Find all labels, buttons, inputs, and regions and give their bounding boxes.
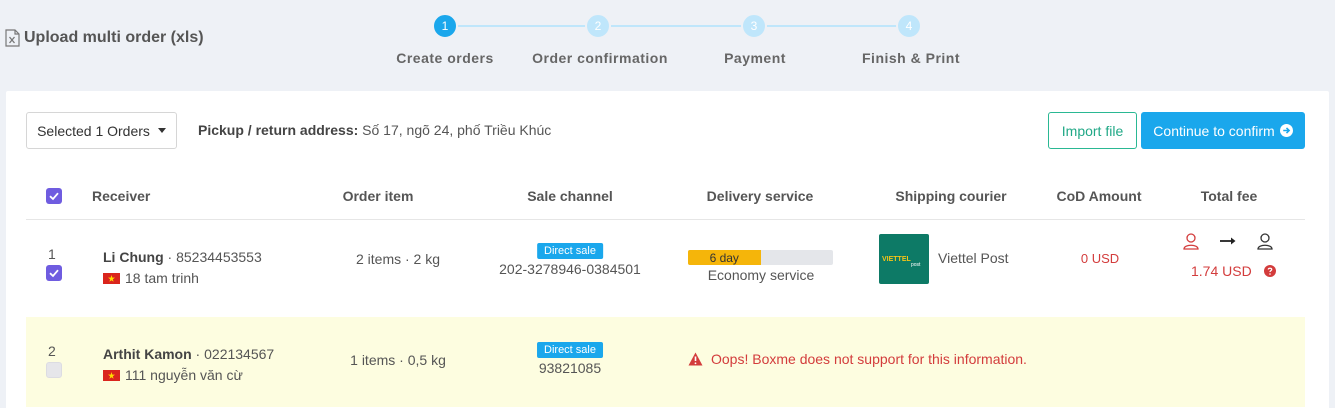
- check-icon: [49, 192, 59, 201]
- receiver-user-icon: [1257, 233, 1273, 250]
- select-all-checkbox[interactable]: [46, 188, 62, 204]
- order-stepper: 1 2 3 4 Create orders Order confirmation…: [396, 13, 966, 73]
- svg-text:post: post: [911, 262, 921, 268]
- selected-orders-dropdown[interactable]: Selected 1 Orders: [26, 112, 177, 149]
- step-2-dot[interactable]: 2: [585, 13, 611, 39]
- row-index: 1: [48, 246, 56, 262]
- vietnam-flag-icon: [103, 272, 120, 284]
- receiver-address: 18 tam trinh: [103, 270, 199, 286]
- step-1-label: Create orders: [396, 50, 494, 66]
- receiver-address-text: 111 nguyễn văn cừ: [125, 367, 243, 383]
- error-message: Oops! Boxme does not support for this in…: [711, 351, 1027, 367]
- total-fee: 1.74 USD: [1191, 263, 1276, 279]
- arrow-circle-right-icon: [1279, 124, 1293, 137]
- sale-channel: Direct sale 93821085: [537, 340, 603, 376]
- receiver-name-phone: Arthit Kamon · 022134567: [103, 346, 275, 362]
- step-3-dot[interactable]: 3: [741, 13, 767, 39]
- step-1-dot[interactable]: 1: [432, 13, 458, 39]
- selected-orders-label: Selected 1 Orders: [37, 122, 150, 139]
- continue-to-confirm-label: Continue to confirm: [1153, 122, 1275, 139]
- pickup-address-value: Số 17, ngõ 24, phố Triều Khúc: [362, 122, 552, 138]
- top-bar: Upload multi order (xls) 1 2 3 4 Create …: [0, 0, 1335, 90]
- vietnam-flag-icon: [103, 369, 120, 381]
- sender-user-icon: [1183, 233, 1199, 250]
- row-checkbox[interactable]: [46, 362, 62, 378]
- col-cod-amount: CoD Amount: [1056, 188, 1142, 204]
- col-shipping-courier: Shipping courier: [895, 188, 1007, 204]
- direct-sale-badge: Direct sale: [537, 243, 603, 259]
- col-receiver: Receiver: [92, 188, 151, 204]
- courier-name: Viettel Post: [938, 250, 1009, 266]
- pickup-address-label: Pickup / return address:: [198, 122, 359, 138]
- table-row[interactable]: 1 Li Chung · 85234453553 18 tam trinh 2 …: [26, 220, 1305, 317]
- unsupported-error: Oops! Boxme does not support for this in…: [688, 351, 1027, 367]
- sale-channel: Direct sale 202-3278946-0384501: [499, 241, 641, 277]
- page-title: Upload multi order (xls): [5, 29, 204, 47]
- col-order-item: Order item: [342, 188, 414, 204]
- warning-triangle-icon: [688, 352, 703, 366]
- row-index: 2: [48, 343, 56, 359]
- sale-channel-code: 202-3278946-0384501: [499, 261, 641, 277]
- receiver-address: 111 nguyễn văn cừ: [103, 367, 243, 383]
- continue-to-confirm-button[interactable]: Continue to confirm: [1141, 112, 1305, 149]
- fee-route-icons: [1182, 232, 1274, 250]
- step-4-label: Finish & Print: [862, 50, 960, 66]
- pickup-address: Pickup / return address: Số 17, ngõ 24, …: [198, 122, 551, 138]
- arrow-right-icon: [1220, 237, 1236, 245]
- caret-down-icon: [157, 128, 166, 133]
- delivery-service-name: Economy service: [707, 267, 815, 283]
- receiver-name-phone: Li Chung · 85234453553: [103, 249, 262, 265]
- col-sale-channel: Sale channel: [527, 188, 613, 204]
- orders-card: Selected 1 Orders Pickup / return addres…: [6, 91, 1329, 408]
- order-item: 1 items · 0,5 kg: [350, 352, 446, 368]
- table-row[interactable]: 2 Arthit Kamon · 022134567 111 nguyễn vă…: [26, 317, 1305, 407]
- receiver-phone: 022134567: [204, 346, 275, 362]
- import-file-button[interactable]: Import file: [1048, 112, 1137, 149]
- viettel-post-logo: VIETTEL post: [879, 234, 929, 284]
- sale-channel-code: 93821085: [538, 360, 602, 376]
- delivery-time-bar: 6 day: [688, 250, 833, 265]
- receiver-name: Arthit Kamon: [103, 346, 192, 362]
- receiver-name: Li Chung: [103, 249, 164, 265]
- row-checkbox[interactable]: [46, 265, 62, 281]
- step-connector: [766, 25, 908, 27]
- question-circle-icon[interactable]: [1263, 265, 1276, 277]
- receiver-address-text: 18 tam trinh: [125, 270, 199, 286]
- svg-text:VIETTEL: VIETTEL: [882, 256, 912, 263]
- step-2-label: Order confirmation: [532, 50, 668, 66]
- viettel-logo-mark: VIETTEL post: [882, 256, 921, 268]
- step-4-dot[interactable]: 4: [896, 13, 922, 39]
- receiver-phone: 85234453553: [176, 249, 262, 265]
- col-delivery-service: Delivery service: [706, 188, 814, 204]
- page-title-text: Upload multi order (xls): [24, 29, 204, 46]
- total-fee-value: 1.74 USD: [1191, 263, 1252, 279]
- step-connector: [458, 25, 598, 27]
- excel-file-icon: [5, 29, 20, 47]
- order-item: 2 items · 2 kg: [355, 251, 441, 267]
- step-connector: [611, 25, 753, 27]
- check-icon: [49, 269, 59, 278]
- cod-amount: 0 USD: [1080, 251, 1120, 266]
- direct-sale-badge: Direct sale: [537, 342, 603, 358]
- col-total-fee: Total fee: [1200, 188, 1258, 204]
- delivery-time-fill: 6 day: [688, 250, 761, 265]
- step-3-label: Payment: [724, 50, 786, 66]
